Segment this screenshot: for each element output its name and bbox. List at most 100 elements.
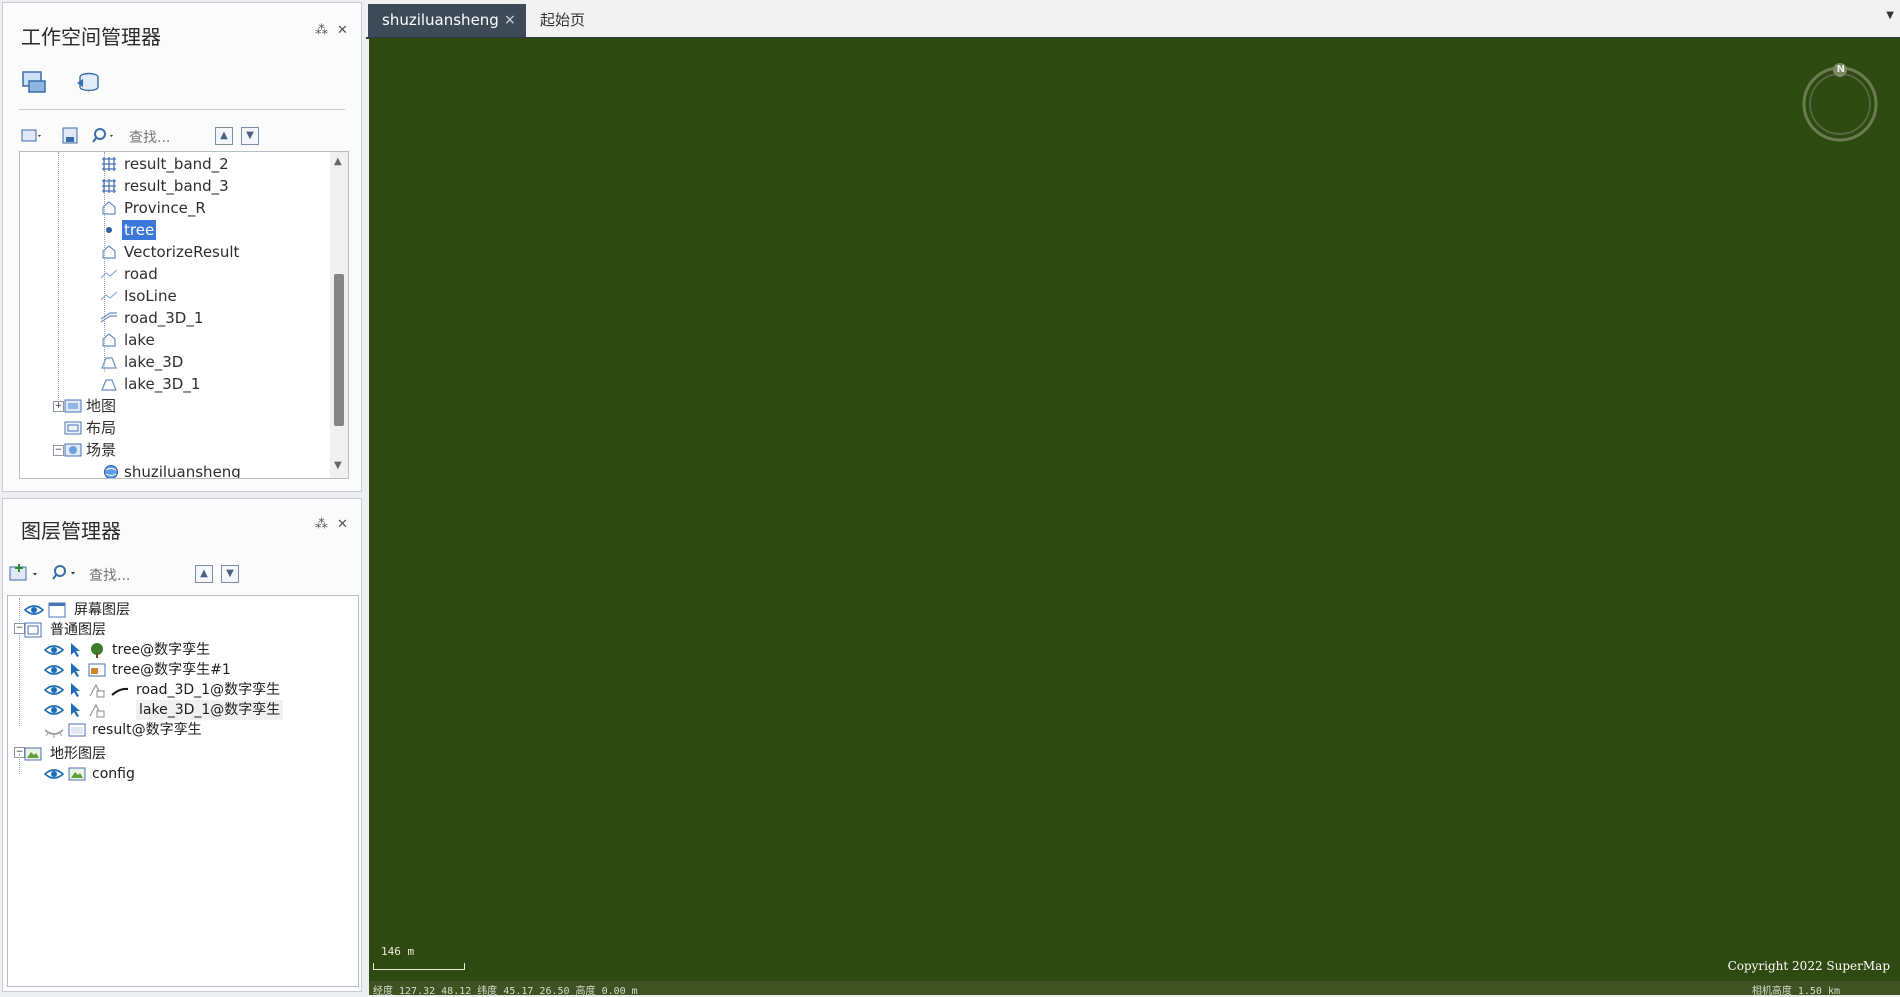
search-icon[interactable]: [51, 563, 79, 583]
image-layer-icon: [88, 663, 106, 677]
selectable-cursor-icon[interactable]: [68, 702, 84, 718]
line-style-icon: [111, 687, 129, 696]
workspace-manager-panel: 工作空间管理器 ⁂ ✕ ▲ ▼ result_band_2: [2, 2, 362, 492]
tab-list-dropdown-icon[interactable]: ▼: [1886, 10, 1894, 21]
scroll-down-arrow-icon[interactable]: ▼: [334, 460, 342, 471]
close-icon[interactable]: ✕: [337, 517, 348, 532]
collapse-scene-toggle[interactable]: −: [53, 445, 64, 456]
copyright-text: Copyright 2022 SuperMap: [1727, 959, 1890, 973]
layout-folder-icon: [64, 421, 82, 435]
toolbar-divider: [19, 109, 345, 110]
datasource-view-icon[interactable]: [75, 69, 101, 95]
region-dataset-icon: [102, 333, 116, 347]
tree-guide-line: [58, 152, 60, 400]
scene-viewport[interactable]: N 146 m Copyright 2022 SuperMap 经度 127.3…: [369, 38, 1900, 997]
tree-item-label: IsoLine: [124, 287, 177, 305]
compass-north-label: N: [1836, 64, 1845, 75]
scrollbar-thumb[interactable]: [334, 274, 344, 426]
visible-eye-icon[interactable]: [44, 766, 64, 782]
layer-tree: 屏幕图层 − 普通图层 tree@数字孪生 tree@数字孪生#1 road_3…: [7, 595, 359, 987]
visible-eye-icon[interactable]: [44, 662, 64, 678]
tree-item-label: lake: [124, 331, 155, 349]
workspace-view-icon[interactable]: [21, 69, 47, 95]
document-tab-bar: shuziluansheng × 起始页 ▼: [366, 0, 1900, 39]
region-dataset-icon: [102, 245, 116, 259]
layer-move-up-button[interactable]: ▲: [195, 565, 213, 583]
editable-lock-icon[interactable]: [88, 702, 106, 718]
tree-guide-line: [19, 754, 21, 774]
layer-manager-panel: 图层管理器 ⁂ ✕ ▲ ▼ 屏幕图层 − 普通图层 tree@数: [2, 498, 362, 992]
visible-eye-icon[interactable]: [24, 602, 44, 618]
scale-bar: [373, 963, 465, 970]
region-dataset-icon: [102, 201, 116, 215]
tree-guide-line: [19, 598, 21, 726]
coordinate-readout: 经度 127.32 48.12 纬度 45.17 26.50 高度 0.00 m: [373, 986, 638, 997]
scale-bar-label: 146 m: [381, 945, 415, 958]
scroll-up-arrow-icon[interactable]: ▲: [334, 156, 342, 167]
line3d-dataset-icon: [100, 312, 117, 323]
region3d-dataset-icon: [101, 379, 117, 391]
layer-label: tree@数字孪生#1: [112, 662, 231, 678]
tree-item-label: Province_R: [124, 199, 206, 217]
selectable-cursor-icon[interactable]: [68, 682, 84, 698]
workspace-tree-scrollbar[interactable]: ▲ ▼: [330, 152, 348, 478]
screen-layer-icon: [48, 602, 66, 618]
visible-eye-icon[interactable]: [44, 642, 64, 658]
tree-item-label: tree: [122, 220, 157, 240]
tree-item-label: road_3D_1: [124, 309, 204, 327]
tab-start-page[interactable]: 起始页: [540, 4, 620, 37]
layer-label: result@数字孪生: [92, 722, 202, 738]
save-icon[interactable]: [61, 127, 81, 145]
layer-label: config: [92, 766, 135, 782]
region3d-dataset-icon: [101, 357, 117, 369]
layer-group-icon: [24, 622, 42, 638]
move-up-button[interactable]: ▲: [215, 127, 233, 145]
layer-label: lake_3D_1@数字孪生: [136, 700, 284, 720]
pin-icon[interactable]: ⁂: [315, 517, 328, 532]
line-dataset-icon: [100, 269, 118, 279]
layer-search-input[interactable]: [87, 565, 187, 587]
image-layer-icon: [68, 723, 86, 737]
pin-icon[interactable]: ⁂: [315, 23, 328, 38]
selectable-cursor-icon[interactable]: [68, 642, 84, 658]
tab-label: 起始页: [540, 11, 586, 29]
terrain-layer-icon: [68, 767, 86, 781]
tab-label: shuziluansheng: [382, 11, 499, 29]
tree-item-label: 场景: [86, 441, 117, 459]
add-layer-icon[interactable]: [9, 563, 41, 583]
tree-item-label: result_band_2: [124, 155, 229, 173]
globe-icon: [104, 465, 118, 478]
visible-eye-icon[interactable]: [44, 702, 64, 718]
tree-item-label: lake_3D_1: [124, 375, 201, 393]
line-dataset-icon: [100, 291, 118, 301]
point-dataset-icon: [106, 227, 112, 233]
tab-shuziluansheng[interactable]: shuziluansheng ×: [368, 4, 526, 37]
hidden-eye-icon[interactable]: [44, 722, 64, 738]
scene-folder-icon: [64, 443, 82, 457]
tree-model-icon: [91, 643, 103, 658]
tree-item-label: 地图: [86, 397, 117, 415]
layer-manager-title: 图层管理器: [21, 519, 121, 543]
close-icon[interactable]: ✕: [337, 23, 348, 38]
scene-status-bar: 经度 127.32 48.12 纬度 45.17 26.50 高度 0.00 m…: [369, 981, 1900, 997]
selectable-cursor-icon[interactable]: [68, 662, 84, 678]
layer-label: 普通图层: [50, 622, 106, 638]
layer-label: road_3D_1@数字孪生: [136, 682, 281, 698]
expand-map-toggle[interactable]: +: [53, 401, 64, 412]
move-down-button[interactable]: ▼: [241, 127, 259, 145]
search-icon[interactable]: [91, 127, 117, 145]
workspace-search-input[interactable]: [127, 127, 215, 149]
workspace-manager-title: 工作空间管理器: [21, 25, 161, 49]
tree-item-label: 布局: [86, 419, 117, 437]
visible-eye-icon[interactable]: [44, 682, 64, 698]
layer-label: tree@数字孪生: [112, 642, 211, 658]
close-tab-icon[interactable]: ×: [504, 4, 516, 37]
workspace-tree: result_band_2 result_band_3 Province_R t…: [19, 151, 349, 479]
layer-move-down-button[interactable]: ▼: [221, 565, 239, 583]
grid-dataset-icon: [102, 179, 116, 193]
terrain-layer-icon: [24, 747, 42, 761]
tree-item-label: lake_3D: [124, 353, 184, 371]
editable-lock-icon[interactable]: [88, 682, 106, 698]
open-datasource-icon[interactable]: [21, 127, 43, 145]
tree-item-label: result_band_3: [124, 177, 229, 195]
